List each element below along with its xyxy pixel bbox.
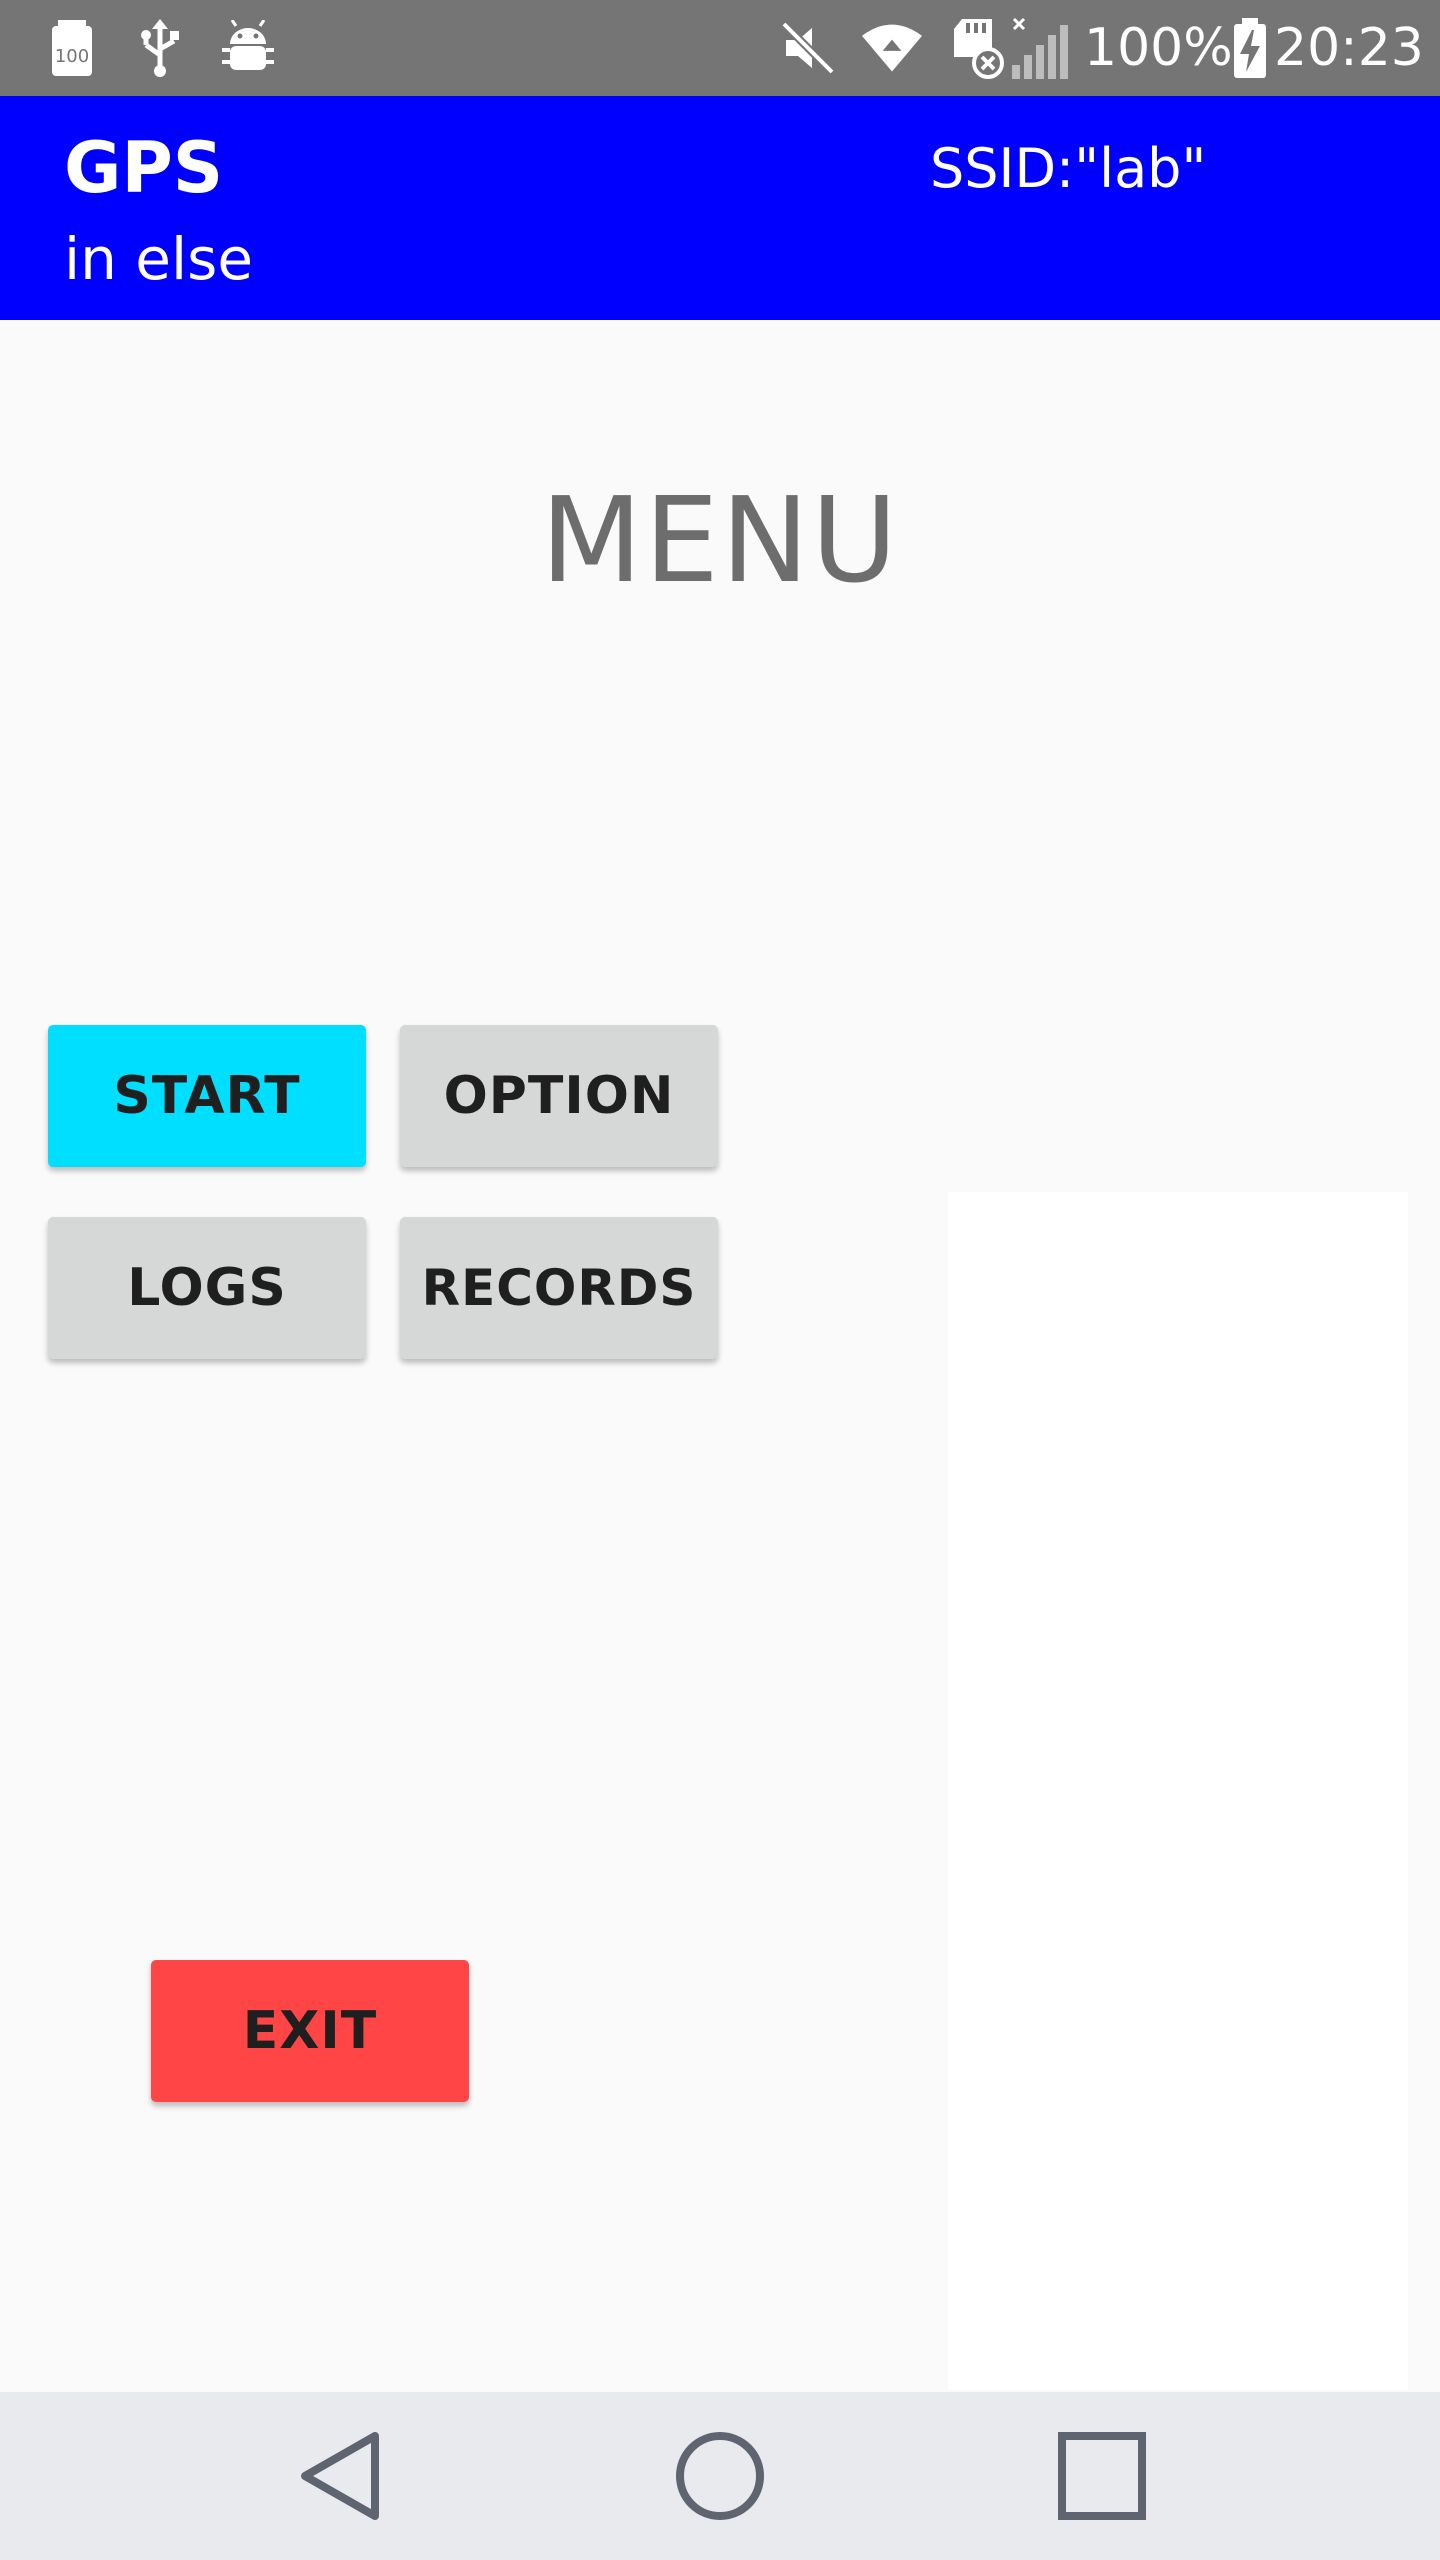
svg-text:100: 100 <box>55 46 89 67</box>
side-panel <box>948 1192 1408 2390</box>
menu-heading: MENU <box>540 471 900 609</box>
app-subtitle: in else <box>64 225 254 293</box>
back-icon[interactable] <box>290 2426 390 2526</box>
mute-icon <box>778 18 838 78</box>
status-bar: 100 100% 20:23 <box>0 0 1440 96</box>
sd-card-error-icon <box>946 18 1006 79</box>
records-button[interactable]: RECORDS <box>400 1217 718 1359</box>
app-bar: GPS in else SSID:"lab" <box>0 96 1440 320</box>
exit-button[interactable]: EXIT <box>151 1960 469 2102</box>
wifi-icon <box>862 18 922 78</box>
start-button[interactable]: START <box>48 1025 366 1167</box>
home-icon[interactable] <box>670 2426 770 2526</box>
usb-icon <box>130 18 190 78</box>
option-button[interactable]: OPTION <box>400 1025 718 1167</box>
recents-icon[interactable] <box>1052 2426 1152 2526</box>
navigation-bar <box>0 2392 1440 2560</box>
logs-button[interactable]: LOGS <box>48 1217 366 1359</box>
android-debug-icon <box>218 18 278 78</box>
battery-100-icon: 100 <box>42 18 102 78</box>
ssid-label: SSID:"lab" <box>930 137 1207 200</box>
signal-icon <box>1010 17 1070 79</box>
clock: 20:23 <box>1274 18 1424 78</box>
app-title: GPS <box>64 127 224 209</box>
battery-charging-icon <box>1220 18 1280 78</box>
battery-percent: 100% <box>1084 18 1233 78</box>
